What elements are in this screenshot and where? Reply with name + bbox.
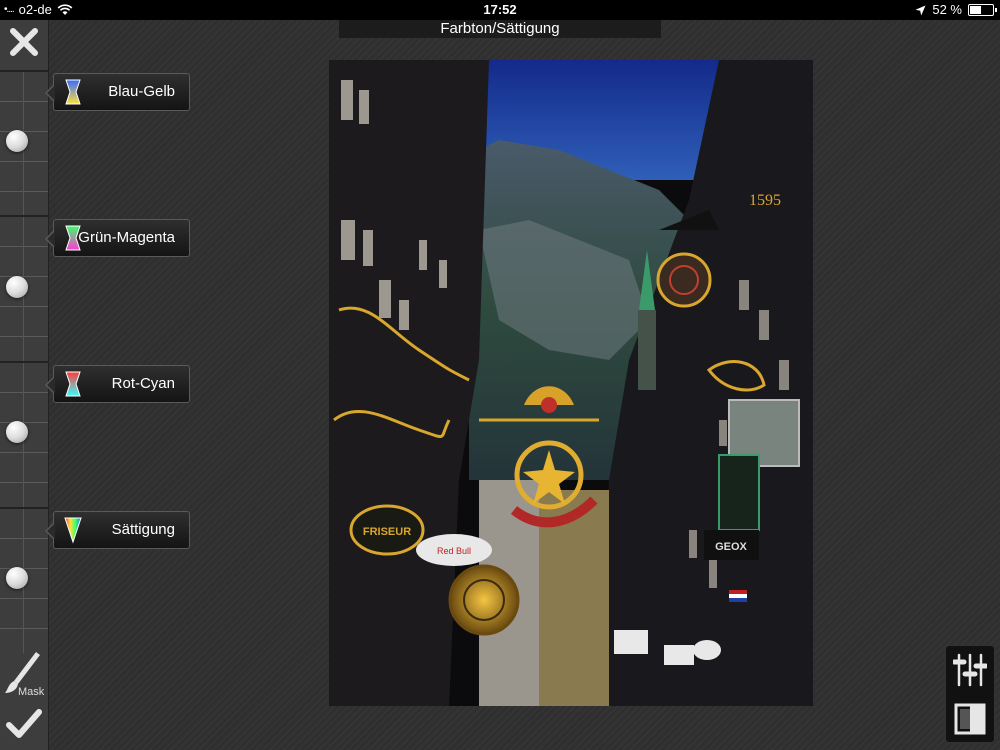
street-photo: FRISEUR Red Bull GEOX 1595: [329, 60, 813, 706]
location-arrow-icon: [915, 5, 926, 15]
channel-label: Sättigung: [111, 521, 175, 538]
compare-icon[interactable]: [954, 703, 986, 735]
tools-panel: [945, 645, 995, 743]
battery-icon: [968, 4, 997, 16]
photo-canvas[interactable]: FRISEUR Red Bull GEOX 1595: [329, 60, 813, 706]
channel-button-gruen-magenta[interactable]: Grün-Magenta: [45, 219, 190, 257]
status-bar: •.... o2-de 17:52 52 %: [0, 0, 1000, 20]
status-time: 17:52: [483, 2, 517, 17]
channel-label: Blau-Gelb: [108, 83, 175, 100]
page-title: Farbton/Sättigung: [339, 20, 661, 38]
sidebar: Mask: [0, 20, 49, 750]
slider-knob-blau-gelb[interactable]: [6, 130, 28, 152]
battery-percent: 52 %: [932, 2, 962, 17]
channel-button-rot-cyan[interactable]: Rot-Cyan: [45, 365, 190, 403]
svg-text:GEOX: GEOX: [715, 541, 747, 553]
close-icon[interactable]: [8, 26, 40, 58]
saturation-gradient-icon: [64, 517, 82, 544]
slider-knob-gruen-magenta[interactable]: [6, 276, 28, 298]
red-cyan-gradient-icon: [65, 371, 81, 397]
svg-text:1595: 1595: [749, 192, 781, 209]
mask-label[interactable]: Mask: [18, 686, 44, 698]
svg-text:FRISEUR: FRISEUR: [363, 526, 411, 538]
slider-knob-rot-cyan[interactable]: [6, 421, 28, 443]
slider-knob-saettigung[interactable]: [6, 567, 28, 589]
channel-button-blau-gelb[interactable]: Blau-Gelb: [45, 73, 190, 111]
channel-label: Grün-Magenta: [78, 229, 175, 246]
channel-label: Rot-Cyan: [111, 375, 175, 392]
battery-level: [970, 6, 981, 14]
checkmark-icon[interactable]: [6, 706, 42, 742]
sliders-icon[interactable]: [953, 652, 987, 688]
channel-button-saettigung[interactable]: Sättigung: [45, 511, 190, 549]
svg-text:Red Bull: Red Bull: [437, 546, 471, 556]
blue-yellow-gradient-icon: [65, 79, 81, 105]
